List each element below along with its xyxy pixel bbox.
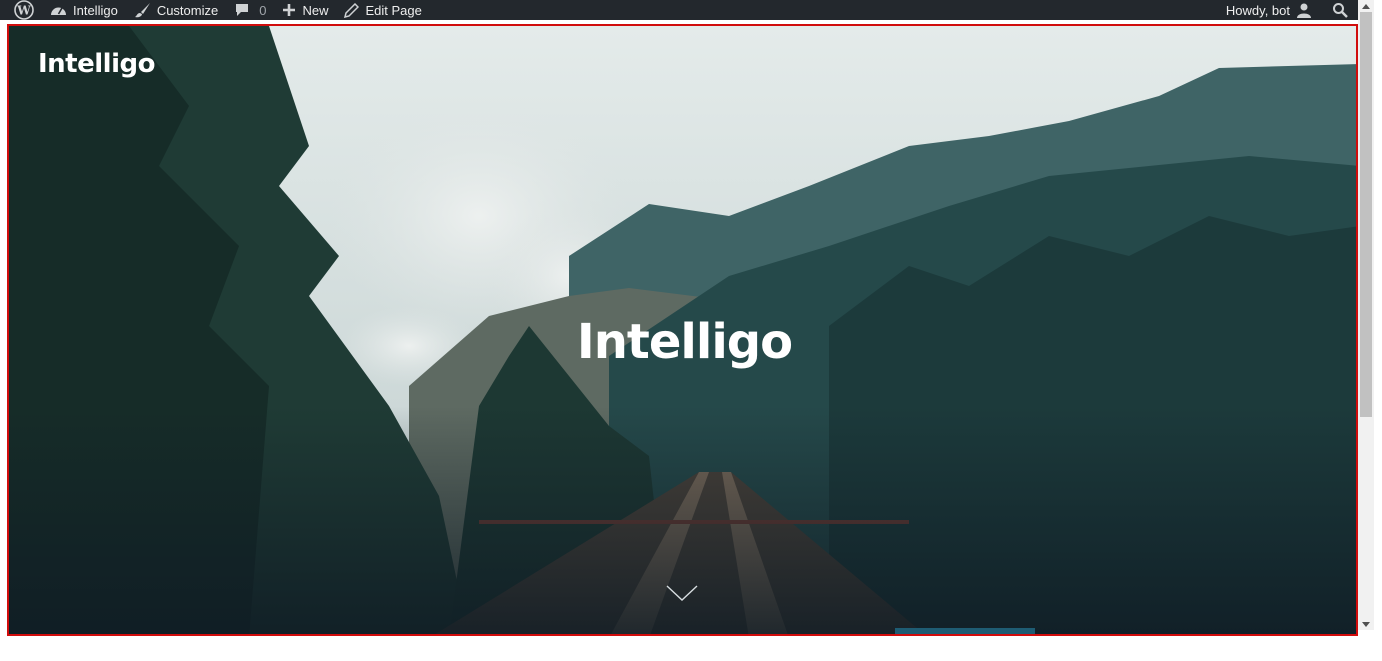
plus-icon (282, 3, 296, 17)
hero-banner: Intelligo Intelligo (7, 24, 1358, 636)
scroll-down-button[interactable] (665, 582, 699, 604)
scroll-down-arrow[interactable] (1358, 618, 1374, 630)
scrollbar-thumb[interactable] (1360, 12, 1372, 417)
admin-bar-right: Howdy, bot (1220, 0, 1358, 20)
hero-title: Intelligo (576, 314, 793, 370)
edit-page-link[interactable]: Edit Page (336, 0, 429, 20)
admin-bar-left: W Intelligo Customize 0 New Edit Page (0, 0, 430, 20)
comment-bubble-icon (234, 3, 250, 18)
edit-page-label: Edit Page (365, 2, 422, 18)
search-icon (1332, 2, 1348, 18)
customize-label: Customize (156, 2, 219, 18)
comments-link[interactable]: 0 (226, 0, 274, 20)
admin-bar: W Intelligo Customize 0 New Edit Page Ho… (0, 0, 1358, 20)
user-avatar-icon (1296, 2, 1312, 18)
new-label: New (302, 2, 329, 18)
paintbrush-icon (134, 2, 151, 18)
greeting-label: Howdy, bot (1225, 2, 1290, 18)
vertical-scrollbar[interactable] (1358, 0, 1374, 630)
wordpress-logo-icon: W (14, 0, 34, 20)
wp-logo-menu[interactable]: W (0, 0, 42, 20)
site-name-menu[interactable]: Intelligo (42, 0, 126, 20)
accent-bar (895, 628, 1035, 634)
svg-text:W: W (16, 4, 31, 18)
site-name-label: Intelligo (73, 2, 118, 18)
admin-search-button[interactable] (1318, 0, 1358, 20)
site-title[interactable]: Intelligo (38, 49, 155, 79)
customize-link[interactable]: Customize (126, 0, 226, 20)
new-content-menu[interactable]: New (274, 0, 336, 20)
comments-count: 0 (259, 2, 267, 18)
my-account-menu[interactable]: Howdy, bot (1220, 0, 1318, 20)
pencil-icon (344, 2, 360, 18)
chevron-down-icon (665, 585, 699, 608)
dashboard-icon (50, 3, 67, 17)
scroll-up-arrow[interactable] (1358, 0, 1374, 12)
